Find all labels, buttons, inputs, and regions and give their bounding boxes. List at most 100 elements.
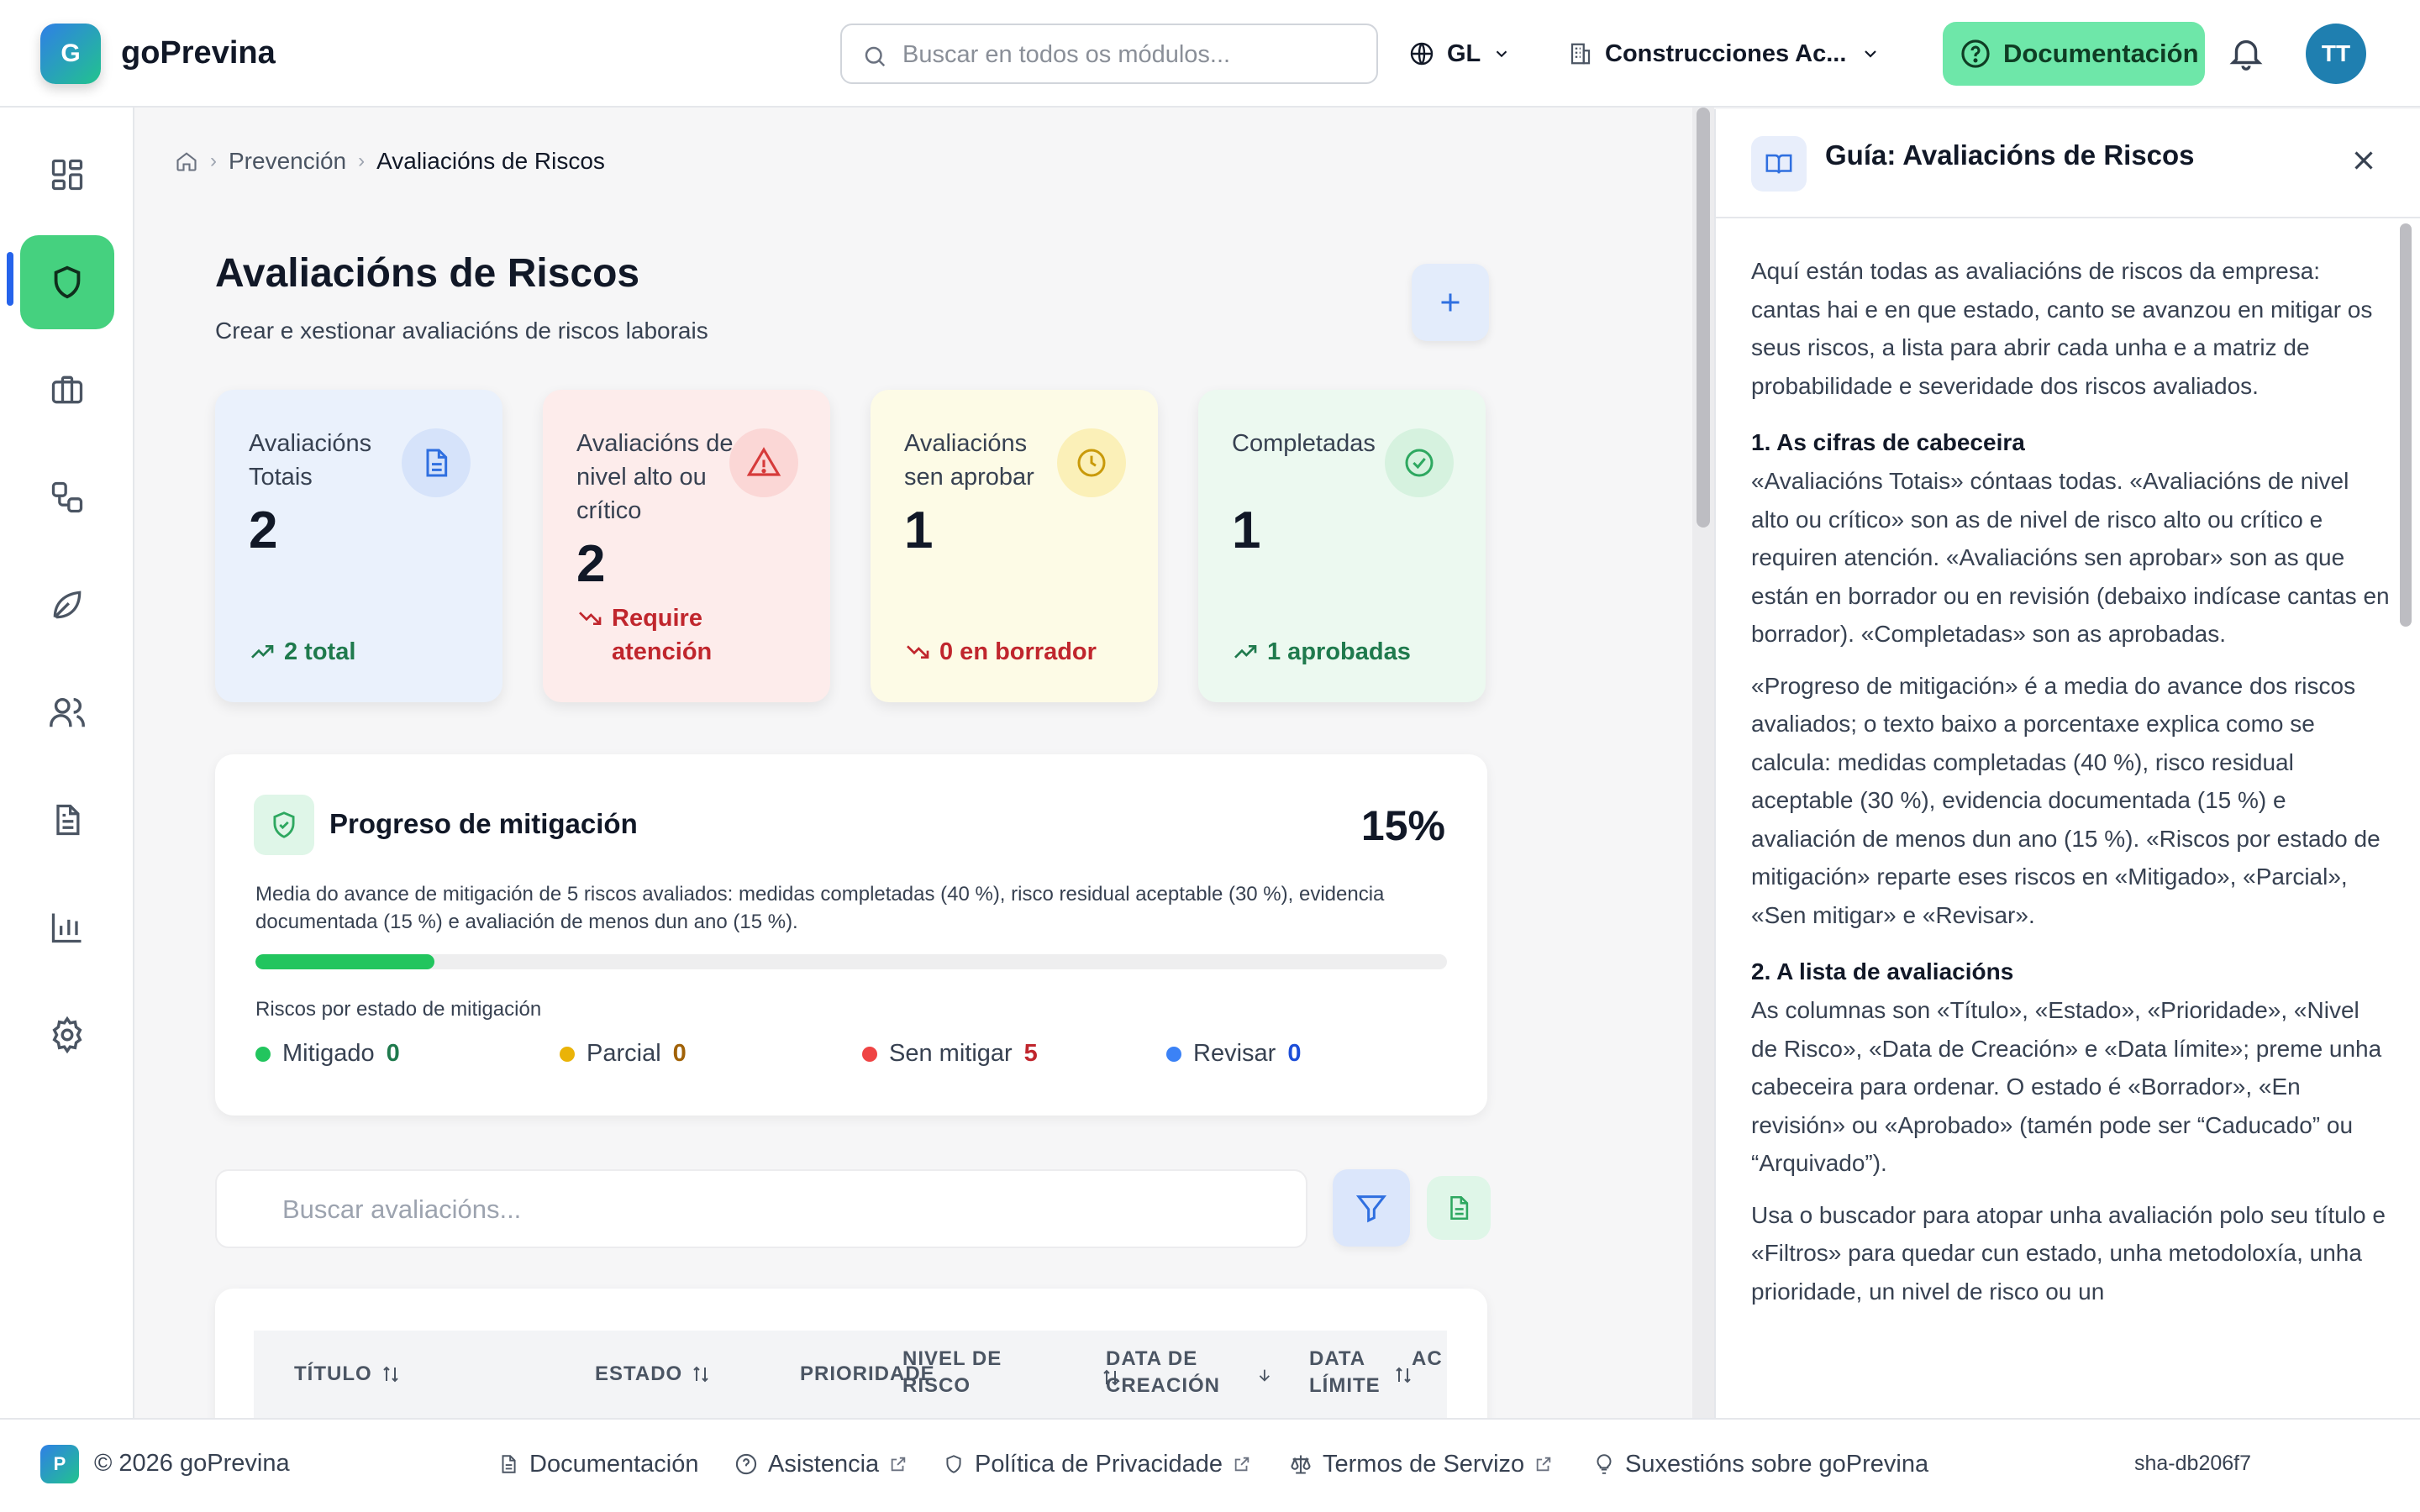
clock-icon (1057, 428, 1126, 497)
guide-paragraph: «Progreso de mitigación» é a media do av… (1751, 672, 2381, 928)
column-header-status[interactable]: ESTADO (595, 1361, 711, 1388)
main-scrollbar[interactable] (1692, 108, 1714, 1418)
sidebar-item-settings[interactable] (20, 988, 114, 1082)
sidebar-item-users[interactable] (20, 665, 114, 759)
table-header: TÍTULO ESTADO PRIORIDADE NIVEL DE RISCO … (254, 1331, 1447, 1418)
stat-value: 1 (904, 501, 934, 559)
guide-title: Guía: Avaliacións de Riscos (1825, 139, 2195, 171)
guide-scrollbar[interactable] (2400, 220, 2413, 1413)
stat-trend: Require atención (576, 601, 721, 669)
workflow-icon (51, 481, 83, 513)
close-guide-button[interactable] (2348, 144, 2380, 179)
guide-paragraph: As columnas son «Título», «Estado», «Pri… (1751, 997, 2382, 1176)
bar-chart-icon (51, 913, 82, 943)
bell-icon[interactable] (2227, 34, 2265, 76)
global-search-input[interactable] (902, 37, 1356, 72)
assessments-search[interactable] (215, 1169, 1307, 1248)
shield-icon (54, 265, 81, 299)
sidebar-item-dashboard[interactable] (20, 128, 114, 222)
stat-card-completed[interactable]: Completadas 1 1 aprobadas (1198, 390, 1486, 702)
help-circle-icon (735, 1453, 757, 1475)
export-button[interactable] (1427, 1176, 1491, 1240)
filter-button[interactable] (1333, 1169, 1410, 1247)
home-icon[interactable] (175, 150, 198, 173)
status-dot (560, 1046, 575, 1062)
column-header-due[interactable]: DATA LÍMITE (1309, 1346, 1427, 1404)
column-header-title[interactable]: TÍTULO (294, 1361, 401, 1388)
footer-link-support[interactable]: Asistencia (734, 1446, 908, 1482)
add-assessment-button[interactable] (1412, 264, 1489, 341)
breadcrumb-item-prevention[interactable]: Prevención (229, 148, 346, 175)
top-bar: G goPrevina GL Construcciones Ac... Docu… (0, 0, 2420, 108)
sidebar-item-environment[interactable] (20, 558, 114, 652)
language-selector[interactable]: GL (1408, 34, 1511, 74)
footer-link-suggestions[interactable]: Suxestións sobre goPrevina (1593, 1446, 1928, 1482)
sort-icon (382, 1366, 398, 1383)
footer-logo: P (40, 1445, 79, 1483)
stat-trend: 1 aprobadas (1232, 635, 1411, 669)
guide-paragraph: «Avaliacións Totais» cóntaas todas. «Ava… (1751, 468, 2390, 647)
mitigation-description: Media do avance de mitigación de 5 risco… (255, 883, 1385, 933)
globe-icon (1410, 42, 1434, 66)
external-link-icon (1536, 1457, 1551, 1472)
legend-item-partial: Parcial 0 (560, 1040, 687, 1068)
sort-icon (693, 1366, 708, 1383)
arrow-down-icon (1260, 1369, 1270, 1382)
column-header-actions: AC (1412, 1347, 1443, 1370)
stat-trend: 0 en borrador (904, 635, 1097, 669)
chevron-right-icon: › (210, 150, 217, 172)
stat-value: 2 (576, 535, 606, 593)
active-indicator (7, 252, 13, 306)
sidebar-item-documents[interactable] (20, 773, 114, 867)
legend-item-mitigated: Mitigado 0 (255, 1040, 400, 1068)
app-name[interactable]: goPrevina (121, 35, 276, 71)
sidebar-item-reports[interactable] (20, 880, 114, 974)
filter-icon (1355, 1195, 1387, 1223)
status-dot (255, 1046, 271, 1062)
page-subtitle: Crear e xestionar avaliacións de riscos … (215, 318, 708, 344)
shield-icon (946, 1455, 961, 1473)
page-title: Avaliacións de Riscos (215, 251, 640, 296)
assessments-table: TÍTULO ESTADO PRIORIDADE NIVEL DE RISCO … (215, 1289, 1487, 1418)
trending-down-icon (579, 612, 602, 625)
scrollbar-thumb[interactable] (2400, 223, 2412, 627)
footer-link-privacy[interactable]: Política de Privacidade (943, 1446, 1251, 1482)
stat-value: 1 (1232, 501, 1261, 559)
file-text-icon (402, 428, 471, 497)
footer-link-documentation[interactable]: Documentación (497, 1446, 699, 1482)
stat-card-total[interactable]: Avaliacións Totais 2 2 total (215, 390, 502, 702)
sidebar-item-prevention[interactable] (20, 235, 114, 329)
column-header-risk-level[interactable]: NIVEL DE RISCO (902, 1346, 1037, 1399)
assessments-search-input[interactable] (282, 1191, 1274, 1228)
footer-link-terms[interactable]: Termos de Servizo (1289, 1446, 1553, 1482)
alert-triangle-icon (729, 428, 798, 497)
guide-intro: Aquí están todas as avaliacións de risco… (1751, 258, 2373, 399)
user-avatar[interactable]: TT (2306, 24, 2366, 84)
sidebar-item-business[interactable] (20, 343, 114, 437)
app-logo[interactable]: G (40, 24, 101, 84)
building-icon (1570, 43, 1591, 65)
plus-icon (1441, 293, 1460, 312)
global-search[interactable] (840, 24, 1378, 84)
sidebar-item-workflow[interactable] (20, 450, 114, 544)
trending-up-icon (1234, 645, 1257, 659)
close-icon (2354, 151, 2373, 170)
stat-card-unapproved[interactable]: Avaliacións sen aprobar 1 0 en borrador (871, 390, 1158, 702)
status-dot (1166, 1046, 1181, 1062)
stat-label: Avaliacións de nivel alto ou crítico (576, 430, 734, 524)
mitigation-progress-bar (255, 954, 1447, 969)
trending-up-icon (251, 645, 274, 659)
mitigation-progress-fill (255, 954, 434, 969)
stat-label: Completadas (1232, 430, 1376, 457)
file-icon (502, 1455, 516, 1473)
column-header-created[interactable]: DATA DE CREACIÓN (1106, 1346, 1274, 1404)
lightbulb-icon (1597, 1454, 1612, 1474)
scrollbar-thumb[interactable] (1697, 108, 1710, 528)
guide-section-title: 2. A lista de avaliacións (1751, 958, 2014, 984)
external-link-icon (891, 1457, 906, 1472)
mitigation-breakdown-title: Riscos por estado de mitigación (255, 998, 542, 1021)
guide-panel: Guía: Avaliacións de Riscos Aquí están t… (1714, 109, 2420, 1418)
company-selector[interactable]: Construcciones Ac... (1568, 34, 1881, 74)
stat-card-high-critical[interactable]: Avaliacións de nivel alto ou crítico 2 R… (543, 390, 830, 702)
documentation-button[interactable]: Documentación (1943, 22, 2205, 86)
